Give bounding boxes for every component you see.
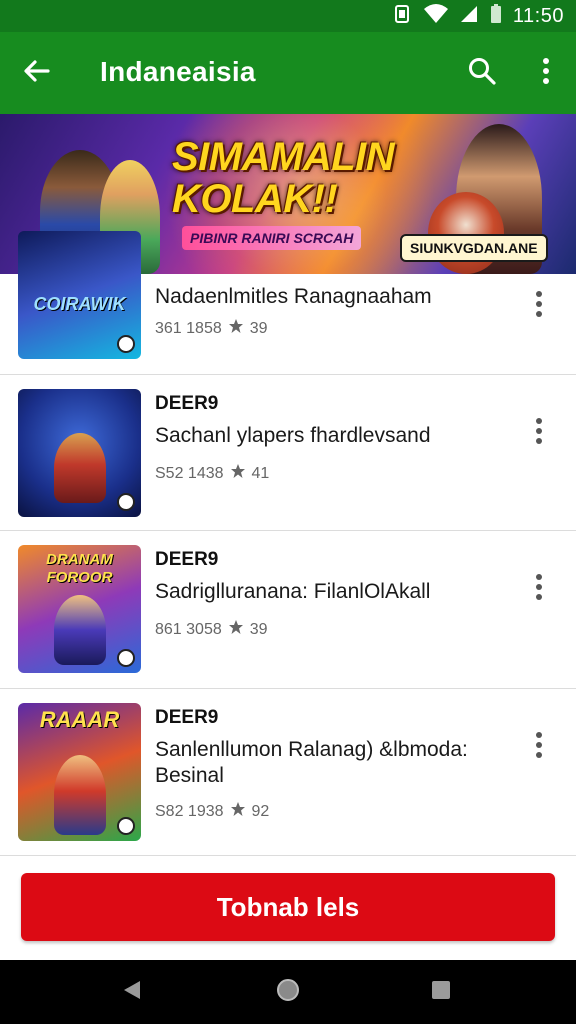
thumbnail-title: COIRAWIK	[33, 294, 126, 314]
app-thumbnail: COIRAWIK	[18, 231, 141, 359]
item-code: DEER9	[155, 707, 219, 728]
item-rating: 39	[249, 620, 268, 638]
bottom-action-area: Tobnab lels	[0, 856, 576, 960]
list-item[interactable]: DRANAM FOROOR DEER9 Sadriglluranana: Fil…	[0, 531, 576, 689]
item-stats: S82 1938	[155, 802, 224, 820]
more-vertical-icon	[535, 417, 543, 450]
star-icon	[230, 463, 246, 484]
row-text: DEER9 Sadriglluranana: FilanlOlAkall 861…	[155, 549, 516, 640]
app-bar: Indaneaisia	[0, 32, 576, 114]
signal-icon	[459, 4, 479, 29]
thumbnail-figure	[54, 433, 106, 503]
item-meta: 361 1858 39	[155, 318, 516, 339]
item-stats: S52 1438	[155, 464, 224, 482]
system-nav-bar	[0, 960, 576, 1024]
item-more-button[interactable]	[524, 727, 554, 767]
wifi-icon	[423, 3, 449, 30]
vibrate-icon	[391, 3, 413, 30]
nav-back-button[interactable]	[116, 976, 148, 1008]
item-title: Sadriglluranana: FilanlOlAkall	[155, 580, 431, 603]
app-thumbnail: DRANAM FOROOR	[18, 545, 141, 673]
status-bar: 11:50	[0, 0, 576, 32]
thumbnail-badge	[117, 335, 135, 353]
primary-action-button[interactable]: Tobnab lels	[21, 873, 555, 941]
thumbnail-badge	[117, 493, 135, 511]
nav-recents-button[interactable]	[425, 976, 457, 1008]
star-icon	[228, 619, 244, 640]
thumbnail-badge	[117, 817, 135, 835]
item-rating: 41	[251, 464, 270, 482]
item-code: DEER9	[155, 393, 219, 414]
overflow-menu-button[interactable]	[526, 53, 566, 93]
item-meta: 861 3058 39	[155, 619, 516, 640]
more-vertical-icon	[535, 573, 543, 606]
row-text: DEER9 Sachanl ylapers fhardlevsand S52 1…	[155, 393, 516, 484]
nav-recents-icon	[430, 979, 452, 1006]
row-text: DEER9 Sanlenllumon Ralanag) &lbmoda: Bes…	[155, 707, 516, 822]
thumbnail-figure	[54, 595, 106, 665]
item-rating: 39	[249, 319, 268, 337]
item-meta: S52 1438 41	[155, 463, 516, 484]
status-icons: 11:50	[391, 3, 564, 30]
item-more-button[interactable]	[524, 413, 554, 453]
search-icon	[467, 56, 497, 91]
item-code: DEER9	[155, 549, 219, 570]
banner-subtitle: PIBINR RANIRI SCRCAH	[182, 226, 362, 250]
battery-icon	[489, 3, 503, 30]
thumbnail-figure	[54, 755, 106, 835]
item-title: Sanlenllumon Ralanag) &lbmoda: Besinal	[155, 738, 468, 787]
thumbnail-badge	[117, 649, 135, 667]
thumbnail-title: DRANAM FOROOR	[46, 551, 113, 586]
item-title: Nadaenlmitles Ranagnaaham	[155, 285, 432, 308]
item-meta: S82 1938 92	[155, 801, 516, 822]
app-thumbnail: RAAAR	[18, 703, 141, 841]
search-button[interactable]	[462, 53, 502, 93]
status-time: 11:50	[512, 4, 564, 27]
star-icon	[230, 801, 246, 822]
item-more-button[interactable]	[524, 569, 554, 609]
list-item[interactable]: RAAAR DEER9 Sanlenllumon Ralanag) &lbmod…	[0, 689, 576, 856]
list-item[interactable]: COIRAWIK Nadaenlmitles Ranagnaaham 361 1…	[0, 231, 576, 375]
item-rating: 92	[251, 802, 270, 820]
more-vertical-icon	[535, 290, 543, 323]
banner-headline: SIMAMALIN KOLAK!!	[172, 135, 395, 221]
nav-home-button[interactable]	[272, 976, 304, 1008]
row-text: Nadaenlmitles Ranagnaaham 361 1858 39	[155, 284, 516, 339]
item-more-button[interactable]	[524, 286, 554, 326]
nav-home-icon	[275, 977, 301, 1008]
page-title: Indaneaisia	[100, 56, 256, 87]
item-stats: 861 3058	[155, 620, 222, 638]
back-button[interactable]	[16, 53, 56, 93]
more-vertical-icon	[541, 56, 551, 91]
list-item[interactable]: DEER9 Sachanl ylapers fhardlevsand S52 1…	[0, 375, 576, 531]
arrow-left-icon	[21, 56, 51, 91]
item-title: Sachanl ylapers fhardlevsand	[155, 424, 431, 447]
more-vertical-icon	[535, 731, 543, 764]
item-stats: 361 1858	[155, 319, 222, 337]
nav-back-icon	[120, 978, 144, 1007]
thumbnail-title: RAAAR	[39, 707, 120, 732]
star-icon	[228, 318, 244, 339]
app-thumbnail	[18, 389, 141, 517]
banner-badge: SIUNKVGDAN.ANE	[400, 234, 548, 262]
